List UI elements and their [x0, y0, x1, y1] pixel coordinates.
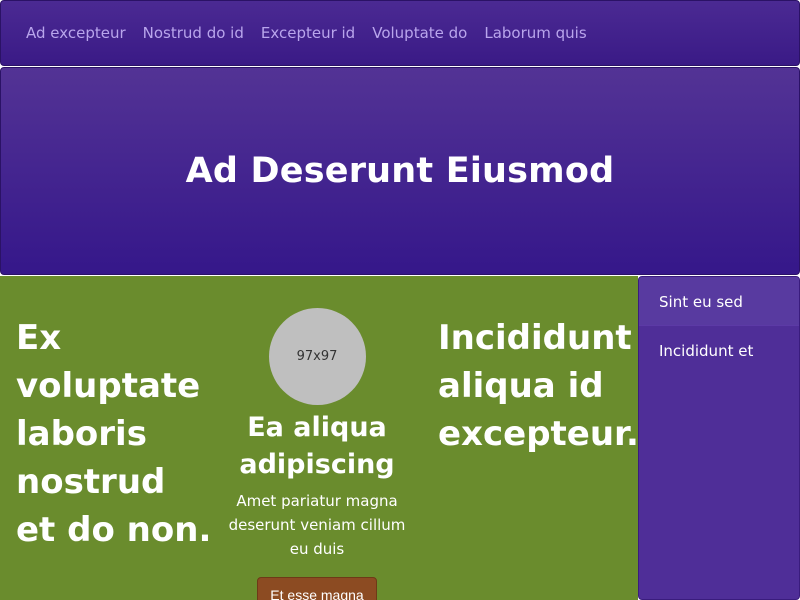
right-heading: Incididunt aliqua id excepteur. [438, 318, 638, 454]
main-content: Ex voluptate laboris nostrud et do non. … [0, 276, 638, 600]
nav-link-voluptate-do[interactable]: Voluptate do [372, 24, 467, 42]
sidebar-item-incididunt-et[interactable]: Incididunt et [639, 326, 799, 375]
card-title: Ea aliqua adipiscing [239, 412, 395, 480]
hero-title: Ad Deserunt Eiusmod [185, 150, 615, 191]
nav-link-ad-excepteur[interactable]: Ad excepteur [26, 24, 126, 42]
left-heading: Ex voluptate laboris nostrud et do non. [16, 318, 212, 550]
nav-link-nostrud-do-id[interactable]: Nostrud do id [143, 24, 244, 42]
left-column: Ex voluptate laboris nostrud et do non. [16, 314, 216, 554]
card-text: Amet pariatur magna deserunt veniam cill… [228, 492, 406, 558]
top-navbar: Ad excepteur Nostrud do id Excepteur id … [0, 0, 800, 66]
right-column: Incididunt aliqua id excepteur. [438, 314, 638, 458]
card-action-button[interactable]: Et esse magna [257, 577, 377, 600]
avatar-label: 97x97 [296, 349, 338, 364]
avatar-placeholder: 97x97 [268, 308, 366, 405]
nav-link-excepteur-id[interactable]: Excepteur id [261, 24, 355, 42]
center-card: 97x97 Ea aliqua adipiscing Amet pariatur… [222, 308, 412, 600]
sidebar-item-sint-eu-sed[interactable]: Sint eu sed [639, 277, 799, 326]
hero-banner: Ad Deserunt Eiusmod [0, 67, 800, 275]
sidebar: Sint eu sed Incididunt et [638, 276, 800, 600]
nav-link-laborum-quis[interactable]: Laborum quis [484, 24, 586, 42]
